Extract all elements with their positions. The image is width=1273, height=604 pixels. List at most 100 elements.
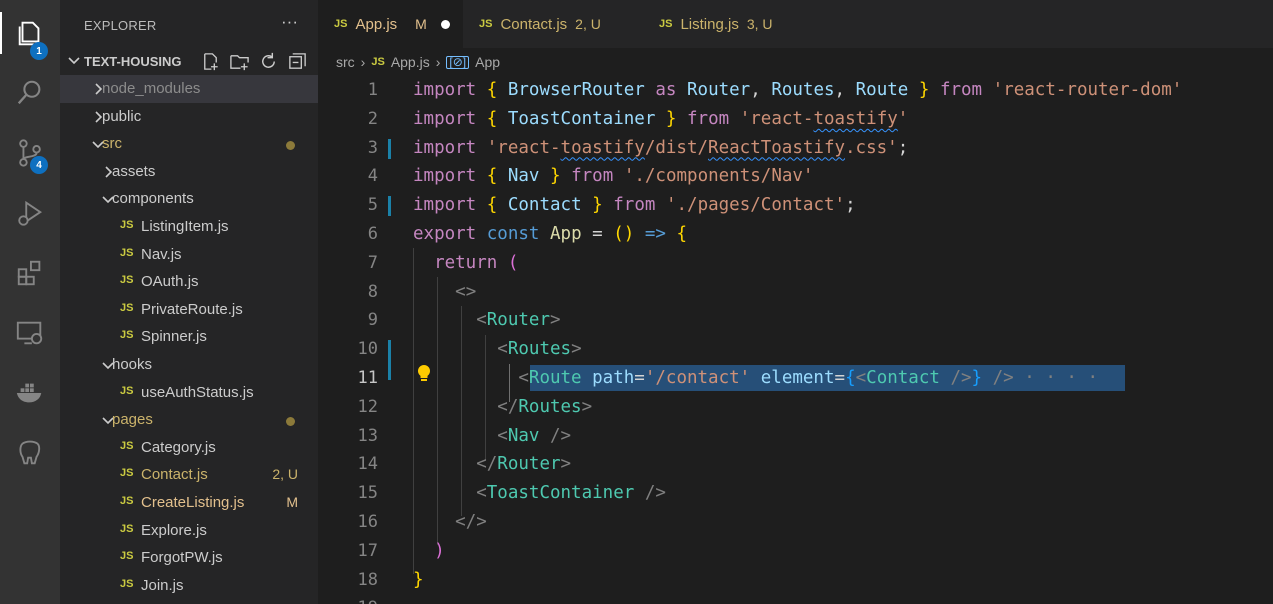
new-folder-icon[interactable]	[229, 51, 250, 72]
javascript-file-icon: JS	[120, 439, 134, 452]
modified-dot-icon	[286, 141, 295, 151]
breadcrumb: src › JS App.js › [⊘] App	[336, 52, 500, 72]
code-line: <>	[455, 281, 477, 302]
unsaved-dot-icon[interactable]	[440, 19, 450, 29]
tab-label: Contact.js	[500, 15, 568, 33]
tree-file[interactable]: JS Contact.js 2, U	[60, 461, 318, 489]
more-actions-button[interactable]: ···	[281, 12, 298, 32]
new-file-icon[interactable]	[200, 51, 221, 72]
javascript-file-icon: JS	[120, 494, 134, 507]
javascript-file-icon: JS	[334, 18, 348, 30]
tree-file[interactable]: JS Join.js	[60, 572, 318, 600]
extensions-icon	[17, 260, 41, 286]
line-number: 6	[367, 223, 378, 244]
tree-folder[interactable]: node_modules	[60, 75, 318, 103]
code-line: <Router>	[476, 310, 561, 331]
remote-explorer-icon	[16, 321, 43, 345]
dirty-diff-modified	[388, 196, 391, 216]
javascript-file-icon: JS	[120, 522, 134, 535]
tree-file[interactable]: JS OAuth.js	[60, 268, 318, 296]
tab-label: App.js	[355, 15, 398, 33]
javascript-file-icon: JS	[659, 18, 673, 30]
tree-file[interactable]: JS useAuthStatus.js	[60, 379, 318, 407]
tree-file[interactable]: JS PrivateRoute.js	[60, 296, 318, 324]
refresh-icon[interactable]	[258, 51, 279, 72]
source-control-badge: 4	[30, 156, 48, 174]
javascript-file-icon: JS	[120, 301, 134, 314]
tree-item-label: PrivateRoute.js	[141, 300, 243, 318]
tree-folder[interactable]: assets	[60, 158, 318, 186]
breadcrumb-symbol[interactable]: App	[475, 54, 500, 70]
git-status: M	[286, 493, 298, 510]
collapse-all-icon[interactable]	[287, 51, 308, 72]
tab-status: M	[415, 16, 427, 32]
tree-item-label: node_modules	[102, 80, 201, 97]
line-number-gutter: 12345678910111213141516171819	[318, 76, 384, 604]
line-number: 15	[357, 483, 378, 504]
line-number: 9	[367, 310, 378, 331]
explorer-activity-button[interactable]: 1	[0, 6, 60, 60]
line-number: 3	[367, 137, 378, 158]
code-line: import { Nav } from './components/Nav'	[413, 166, 814, 187]
docker-icon	[16, 383, 42, 403]
tree-item-label: Join.js	[141, 576, 184, 594]
tree-item-label: Contact.js	[141, 466, 208, 484]
line-number: 18	[357, 569, 378, 590]
remote-explorer-activity-button[interactable]	[0, 306, 60, 360]
line-number: 19	[318, 594, 384, 604]
tree-item-label: assets	[112, 162, 156, 180]
javascript-file-icon: JS	[120, 467, 134, 480]
tree-file[interactable]: JS Spinner.js	[60, 323, 318, 351]
line-number: 11	[357, 367, 378, 388]
tree-item-label: Nav.js	[141, 245, 182, 263]
chevron-right-icon: ›	[360, 54, 366, 70]
tree-file[interactable]: JS CreateListing.js M	[60, 489, 318, 517]
database-icon	[19, 440, 41, 465]
project-section-header[interactable]: TEXT-HOUSING	[60, 48, 318, 75]
tree-file[interactable]: JS Explore.js	[60, 517, 318, 545]
code-content[interactable]: import { BrowserRouter as Router, Routes…	[413, 76, 1182, 604]
tree-item-label: public	[102, 107, 142, 125]
search-activity-button[interactable]	[0, 66, 60, 120]
code-editor[interactable]: 12345678910111213141516171819 import { B…	[318, 76, 1273, 604]
extensions-activity-button[interactable]	[0, 246, 60, 300]
javascript-file-icon: JS	[120, 550, 134, 563]
tree-item-label: components	[112, 190, 194, 208]
line-number: 2	[367, 108, 378, 129]
tree-folder[interactable]: hooks	[60, 351, 318, 379]
tab-contact-js[interactable]: JS Contact.js 2, U	[463, 0, 643, 48]
tab-listing-js[interactable]: JS Listing.js 3, U	[643, 0, 823, 48]
activity-bar: 1 4	[0, 0, 60, 604]
line-number: 1	[367, 80, 378, 100]
tab-app-js[interactable]: JS App.js M	[318, 0, 463, 48]
tree-file[interactable]: JS Nav.js	[60, 241, 318, 269]
breadcrumb-folder[interactable]: src	[336, 54, 355, 70]
file-tree: node_modulespublic src assets components JS L…	[60, 75, 318, 599]
source-control-activity-button[interactable]: 4	[0, 126, 60, 180]
database-activity-button[interactable]	[0, 426, 60, 480]
code-line: import { BrowserRouter as Router, Routes…	[413, 80, 1183, 100]
code-line: </Router>	[476, 454, 572, 475]
tree-folder[interactable]: public	[60, 103, 318, 131]
editor-tabs: JS App.js M JS Contact.js 2, U JS Listin…	[318, 0, 1273, 48]
run-debug-activity-button[interactable]	[0, 186, 60, 240]
tree-item-label: Category.js	[141, 438, 216, 456]
tree-folder[interactable]: src	[60, 130, 318, 158]
tree-folder[interactable]: components	[60, 185, 318, 213]
breadcrumb-file[interactable]: App.js	[391, 54, 430, 70]
tab-status: 2, U	[575, 16, 601, 32]
tree-file[interactable]: JS ForgotPW.js	[60, 544, 318, 572]
javascript-file-icon: JS	[371, 56, 385, 68]
docker-activity-button[interactable]	[0, 366, 60, 420]
tree-file[interactable]: JS Category.js	[60, 434, 318, 462]
tree-file[interactable]: JS ListingItem.js	[60, 213, 318, 241]
tree-folder[interactable]: pages	[60, 406, 318, 434]
code-line: </>	[455, 511, 487, 532]
code-line: </Routes>	[497, 396, 593, 417]
search-icon	[17, 80, 41, 105]
javascript-file-icon: JS	[120, 218, 134, 231]
line-number: 16	[357, 511, 378, 532]
tree-item-label: ForgotPW.js	[141, 549, 223, 567]
line-number: 14	[357, 454, 378, 475]
